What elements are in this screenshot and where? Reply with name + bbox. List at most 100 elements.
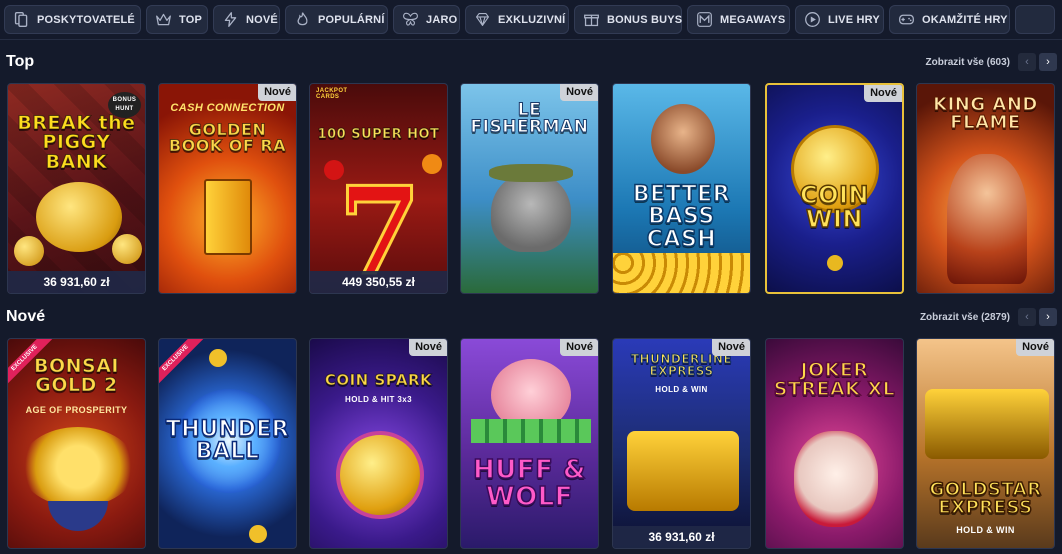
diamond-icon (475, 12, 490, 27)
new-badge: Nové (258, 84, 296, 101)
game-tile[interactable]: CASH CONNECTION GOLDEN BOOK OF RA Nové (158, 83, 297, 294)
coins-art (613, 253, 750, 293)
game-subtitle: AGE OF PROSPERITY (25, 405, 128, 415)
category-label: OKAMŽITÉ HRY (922, 13, 1008, 26)
game-tile[interactable]: COIN WIN Nové (765, 83, 904, 294)
game-tile[interactable]: BONUS HUNT BREAK the PIGGY BANK 36 931,6… (7, 83, 146, 294)
jackpot-amount: 36 931,60 zł (613, 526, 750, 548)
category-label: LIVE HRY (828, 13, 880, 26)
category-popular[interactable]: POPULÁRNÍ (285, 5, 388, 34)
money-art (471, 419, 591, 443)
game-title: BONSAI GOLD 2 (34, 355, 120, 397)
category-label: TOP (179, 13, 203, 26)
game-tile[interactable]: BETTER BASS CASH (612, 83, 751, 294)
game-title: 100 SUPER HOT (317, 127, 440, 142)
category-bonus-buys[interactable]: BONUS BUYS (574, 5, 682, 34)
category-exclusive[interactable]: EXKLUZIVNÍ (465, 5, 569, 34)
game-tile[interactable]: KING AND FLAME (916, 83, 1055, 294)
new-badge: Nové (560, 84, 598, 101)
category-more[interactable] (1015, 5, 1055, 34)
prev-arrow-button[interactable]: ‹ (1018, 53, 1036, 71)
game-tile[interactable]: BONSAI GOLD 2 AGE OF PROSPERITY EXCLUSIV… (7, 338, 146, 549)
see-all-link[interactable]: Zobrazit vše (2879) (920, 312, 1010, 323)
category-bar: POSKYTOVATELÉ TOP NOVÉ POPULÁRNÍ JARO EX… (0, 0, 1062, 40)
new-badge: Nové (409, 339, 447, 356)
play-icon (805, 12, 820, 27)
coin-art (827, 255, 843, 271)
game-tile[interactable]: HUFF & WOLF Nové (460, 338, 599, 549)
prev-arrow-button[interactable]: ‹ (1018, 308, 1036, 326)
category-label: EXKLUZIVNÍ (498, 13, 566, 26)
raccoon-art (491, 172, 571, 252)
game-subtitle: HOLD & WIN (956, 525, 1015, 535)
train-art (627, 431, 739, 511)
category-spring[interactable]: JARO (393, 5, 460, 34)
megaways-icon (697, 12, 712, 27)
orange-art (422, 154, 442, 174)
coin-art (112, 234, 142, 264)
game-title: LE FISHERMAN (470, 100, 589, 138)
coin-art (209, 349, 227, 367)
coin-art (249, 525, 267, 543)
piggy-art (36, 182, 122, 252)
tree-art (20, 427, 136, 507)
providers-icon (14, 12, 28, 27)
section-title: Nové (6, 308, 46, 325)
game-title: HUFF & WOLF (472, 455, 587, 512)
butterfly-icon (403, 12, 418, 26)
gamepad-icon (899, 14, 914, 25)
game-subtitle: HOLD & WIN (655, 385, 708, 394)
lightning-icon (224, 12, 237, 27)
game-tile[interactable]: THUNDERLINE EXPRESS HOLD & WIN Nové 36 9… (612, 338, 751, 549)
see-all-link[interactable]: Zobrazit vše (603) (926, 57, 1010, 68)
game-title: BETTER BASS CASH (632, 182, 731, 252)
game-tile[interactable]: THUNDER BALL EXCLUSIVE (158, 338, 297, 549)
queen-art (947, 154, 1027, 284)
category-label: NOVÉ (246, 13, 278, 26)
category-label: POPULÁRNÍ (318, 13, 385, 26)
game-title: BREAK the PIGGY BANK (17, 112, 136, 173)
game-tile[interactable]: COIN SPARK HOLD & HIT 3x3 Nové (309, 338, 448, 549)
game-title: THUNDER BALL (165, 417, 290, 465)
category-top[interactable]: TOP (146, 5, 208, 34)
section-header-new: Nové Zobrazit vše (2879) ‹ › (0, 305, 1062, 329)
category-megaways[interactable]: MEGAWAYS (687, 5, 790, 34)
next-arrow-button[interactable]: › (1039, 53, 1057, 71)
category-label: MEGAWAYS (720, 13, 786, 26)
new-badge: Nové (712, 339, 750, 356)
gift-icon (584, 14, 599, 27)
game-title: KING AND FLAME (933, 94, 1038, 134)
game-subtitle: HOLD & HIT 3x3 (345, 395, 412, 404)
category-providers[interactable]: POSKYTOVATELÉ (4, 5, 141, 34)
new-badge: Nové (560, 339, 598, 356)
game-tile[interactable]: JOKER STREAK XL (765, 338, 904, 549)
game-tile[interactable]: 7 JACKPOT CARDS 100 SUPER HOT 449 350,55… (309, 83, 448, 294)
fisherman-art (651, 104, 715, 174)
category-live[interactable]: LIVE HRY (795, 5, 884, 34)
new-badge: Nové (1016, 339, 1054, 356)
game-title: COIN WIN (799, 181, 870, 234)
category-instant[interactable]: OKAMŽITÉ HRY (889, 5, 1010, 34)
section-title: Top (6, 53, 35, 70)
jackpot-amount: 449 350,55 zł (310, 271, 447, 293)
next-arrow-button[interactable]: › (1039, 308, 1057, 326)
game-title: THUNDERLINE EXPRESS (630, 352, 733, 379)
cherry-art (324, 160, 344, 180)
category-label: BONUS BUYS (607, 13, 683, 26)
flame-icon (297, 12, 308, 26)
train-art (925, 389, 1049, 459)
game-title: JOKER STREAK XL (773, 359, 896, 401)
category-new[interactable]: NOVÉ (213, 5, 280, 34)
game-title: GOLDEN BOOK OF RA (168, 120, 287, 156)
crown-icon (156, 13, 171, 26)
game-tile[interactable]: LE FISHERMAN Nové (460, 83, 599, 294)
book-art (204, 179, 252, 255)
jackpot-amount: 36 931,60 zł (8, 271, 145, 293)
category-label: POSKYTOVATELÉ (37, 13, 135, 26)
game-subtitle: JACKPOT CARDS (316, 88, 348, 100)
new-badge: Nové (864, 85, 902, 102)
game-title: COIN SPARK (324, 371, 433, 389)
game-tile[interactable]: GOLDSTAR EXPRESS HOLD & WIN Nové (916, 338, 1055, 549)
coin-art (14, 236, 44, 266)
category-label: JARO (426, 13, 458, 26)
